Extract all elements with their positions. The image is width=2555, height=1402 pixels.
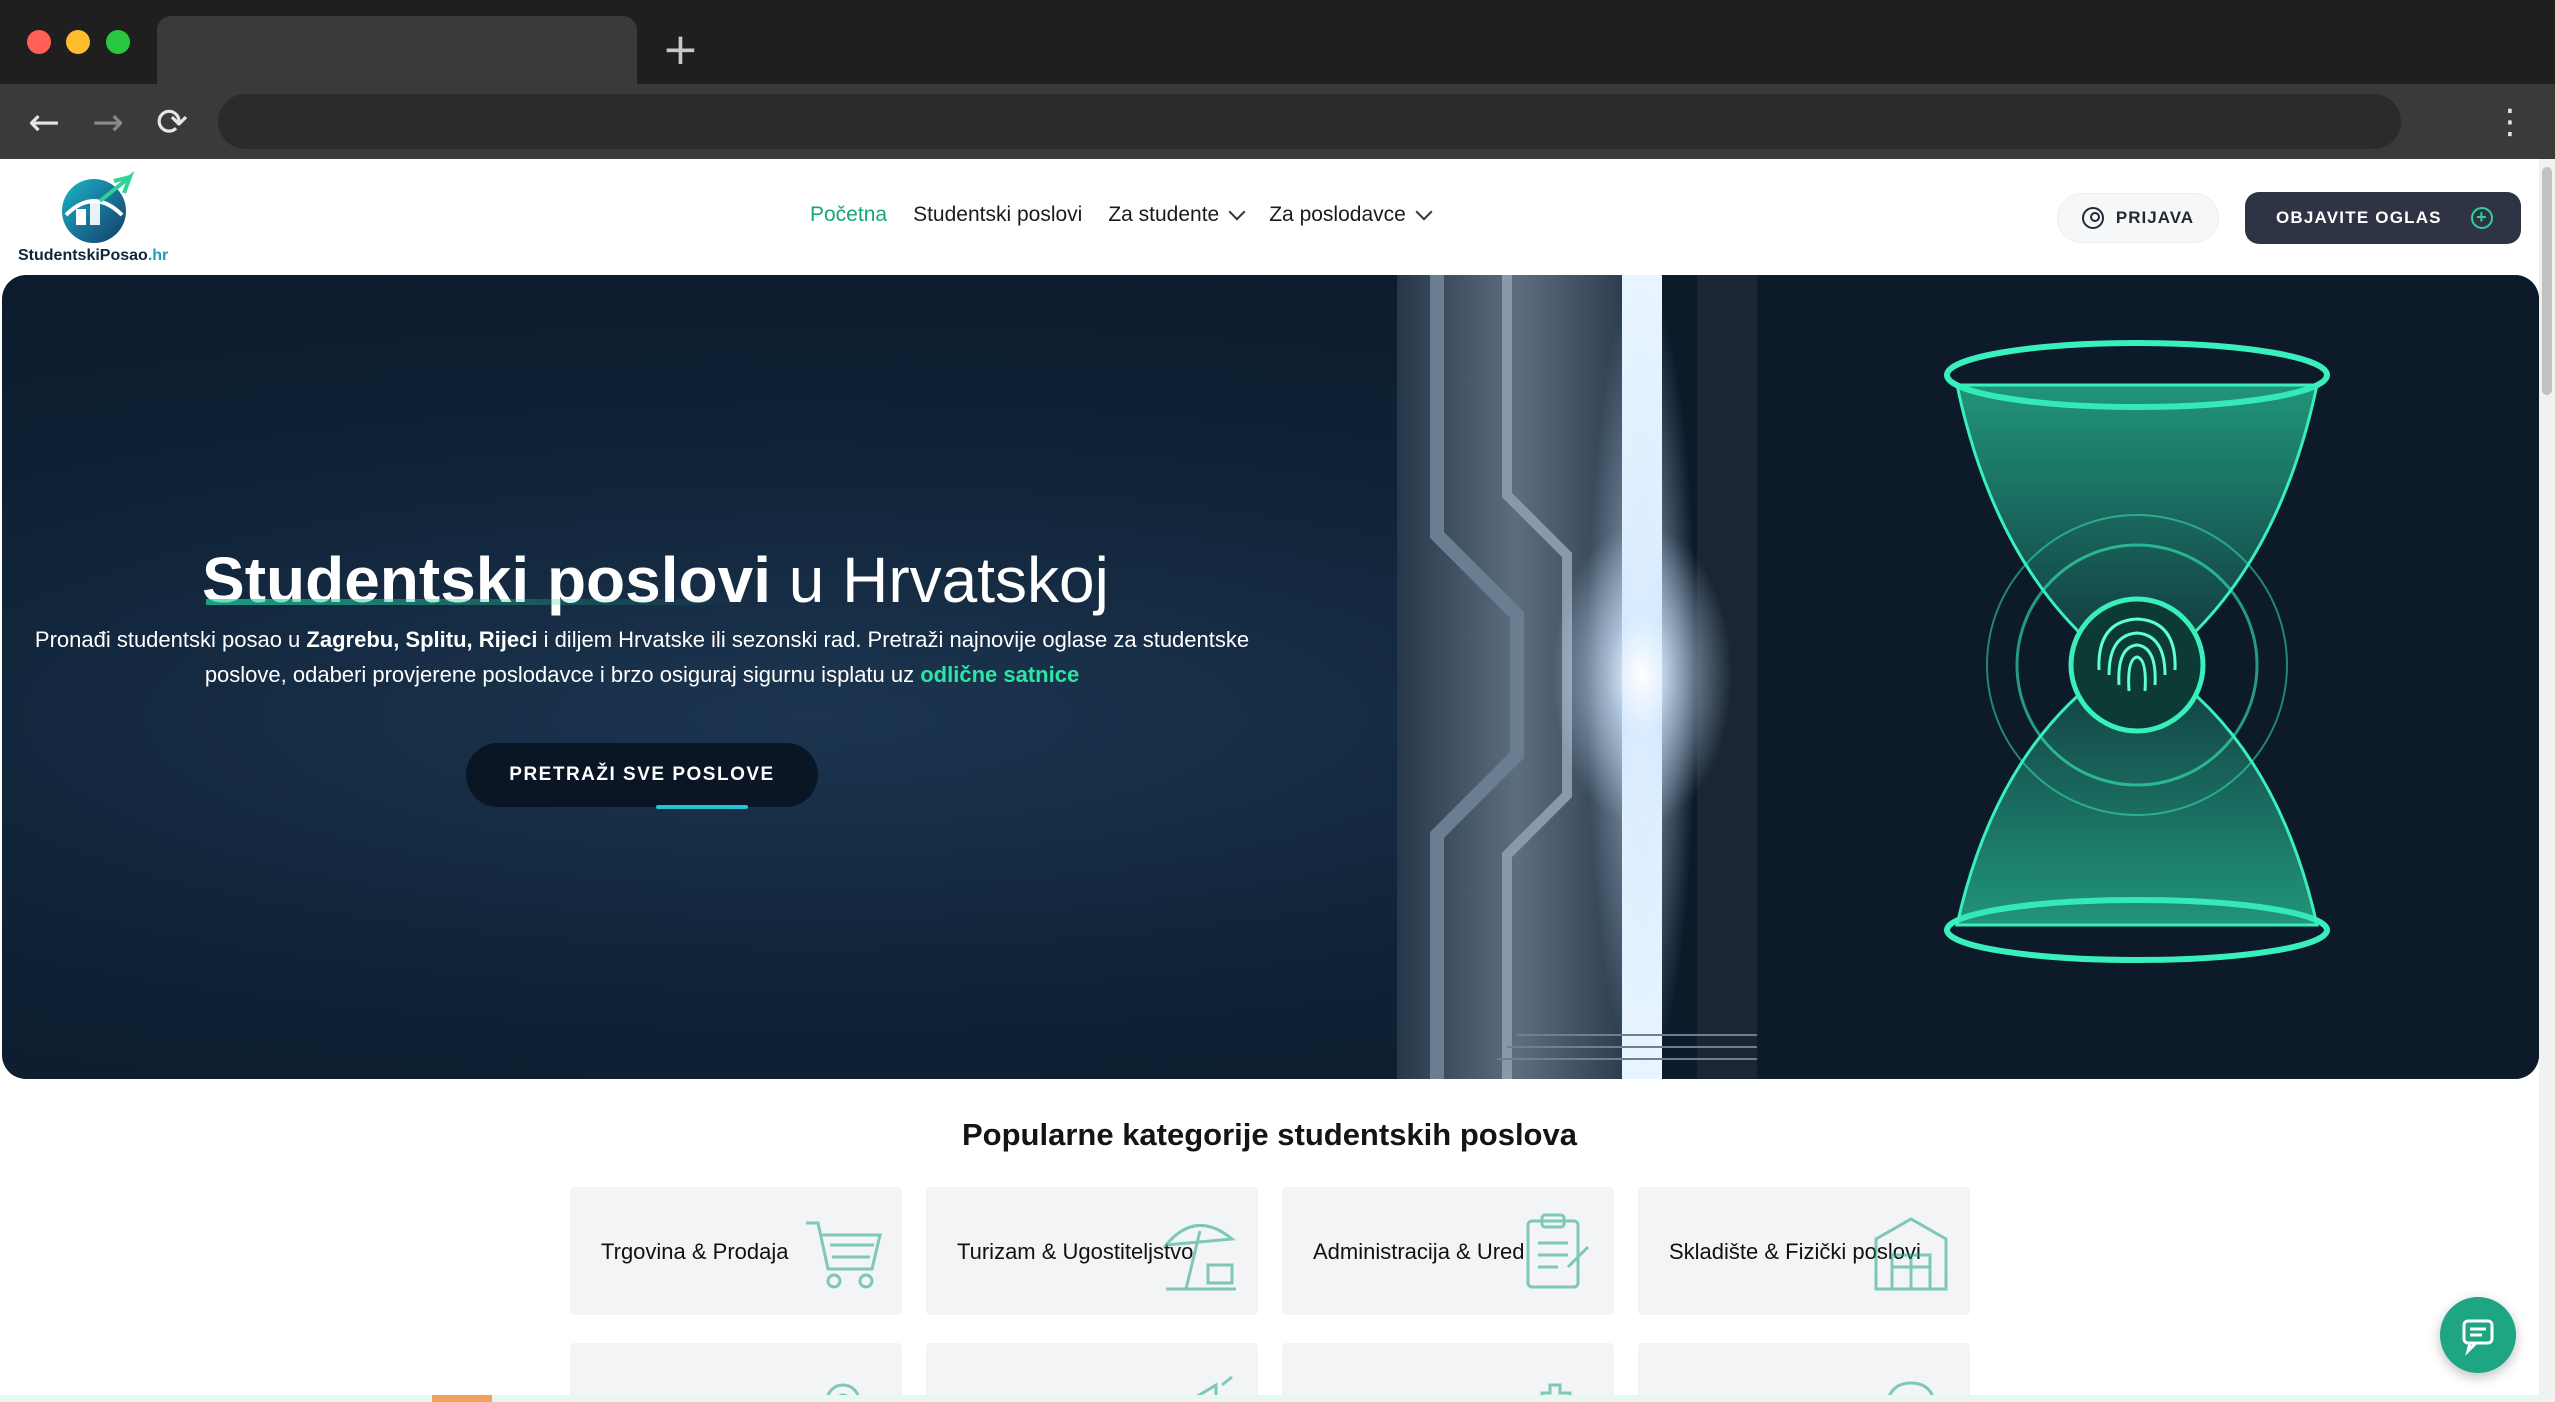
browser-tab-bar: +	[0, 0, 2555, 84]
nav-item-for-students[interactable]: Za studente	[1108, 203, 1246, 227]
forward-icon[interactable]: →	[84, 98, 132, 146]
category-card[interactable]	[926, 1343, 1258, 1402]
beach-umbrella-icon	[1162, 1224, 1236, 1291]
category-card-tourism[interactable]: Turizam & Ugostiteljstvo	[926, 1187, 1258, 1315]
category-card-retail[interactable]: Trgovina & Prodaja	[570, 1187, 902, 1315]
hourglass-fingerprint-illustration	[1397, 275, 2539, 1079]
new-tab-button[interactable]: +	[662, 24, 699, 76]
hero-title: Studentski poslovi u Hrvatskoj	[202, 544, 1109, 616]
category-label: Trgovina & Prodaja	[601, 1239, 789, 1264]
logo-mark-icon	[62, 171, 135, 243]
browser-toolbar: ← → ⟳ ⋮	[0, 84, 2555, 159]
category-card-administration[interactable]: Administracija & Ured	[1282, 1187, 1614, 1315]
categories-title: Popularne kategorije studentskih poslova	[962, 1117, 1577, 1152]
category-card[interactable]	[1638, 1343, 1970, 1402]
shopping-cart-icon	[806, 1221, 882, 1289]
site-logo[interactable]: StudentskiPosao.hr	[18, 171, 178, 271]
chevron-down-icon	[1415, 203, 1433, 221]
scrollbar-thumb[interactable]	[2542, 167, 2552, 395]
category-card[interactable]	[1282, 1343, 1614, 1402]
nav-item-for-employers[interactable]: Za poslodavce	[1269, 203, 1433, 227]
hero-subtitle: Pronađi studentski posao u Zagrebu, Spli…	[34, 627, 1250, 687]
minimize-window-button[interactable]	[66, 30, 90, 54]
nav-item-student-jobs[interactable]: Studentski poslovi	[913, 203, 1082, 227]
user-icon	[2081, 207, 2104, 229]
site-header: StudentskiPosao.hr Početna Studentski po…	[0, 159, 2539, 275]
logo-text: StudentskiPosao.hr	[18, 247, 169, 264]
login-label: PRIJAVA	[2115, 208, 2195, 227]
maximize-window-button[interactable]	[106, 30, 130, 54]
browser-menu-icon[interactable]: ⋮	[2490, 98, 2530, 146]
web-page: StudentskiPosao.hr Početna Studentski po…	[0, 159, 2555, 1402]
main-navigation: Početna Studentski poslovi Za studente Z…	[810, 203, 1433, 227]
bottom-decoration	[0, 1395, 2539, 1402]
page-scrollbar[interactable]	[2539, 159, 2555, 1402]
category-label: Administracija & Ured	[1313, 1239, 1525, 1264]
search-all-jobs-button[interactable]: PRETRAŽI SVE POSLOVE	[466, 743, 818, 809]
cta-label: PRETRAŽI SVE POSLOVE	[509, 764, 775, 785]
reload-icon[interactable]: ⟳	[148, 98, 196, 146]
cta-accent-bar	[656, 805, 748, 809]
chat-icon	[2462, 1319, 2494, 1356]
address-bar[interactable]	[218, 94, 2401, 149]
browser-tab[interactable]	[157, 16, 637, 84]
category-card-warehouse[interactable]: Skladište & Fizički poslovi	[1638, 1187, 1970, 1315]
post-ad-label: OBJAVITE OGLAS	[2276, 208, 2442, 227]
plus-circle-icon: +	[2471, 207, 2493, 229]
back-icon[interactable]: ←	[20, 98, 68, 146]
chat-button[interactable]	[2440, 1297, 2516, 1373]
chevron-down-icon	[1228, 203, 1246, 221]
category-card[interactable]	[570, 1343, 902, 1402]
hero-banner: Studentski poslovi u Hrvatskoj Pronađi s…	[2, 275, 2539, 1079]
clipboard-icon	[1526, 1213, 1590, 1289]
title-underline-decoration	[206, 599, 746, 605]
warehouse-box-icon	[1874, 1217, 1948, 1291]
close-window-button[interactable]	[27, 30, 51, 54]
hero-highlight-link[interactable]: odlične satnice	[920, 662, 1079, 687]
post-ad-button[interactable]: OBJAVITE OGLAS +	[2245, 192, 2521, 244]
login-button[interactable]: PRIJAVA	[2057, 193, 2219, 243]
nav-item-home[interactable]: Početna	[810, 203, 887, 227]
